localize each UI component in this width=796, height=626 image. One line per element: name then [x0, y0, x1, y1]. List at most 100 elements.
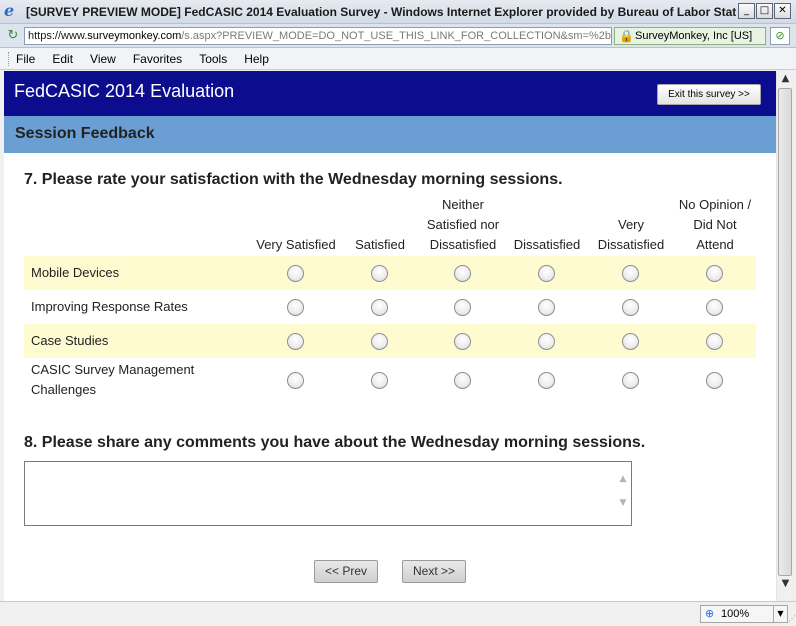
close-button[interactable]: ✕ — [774, 3, 791, 19]
menu-edit[interactable]: Edit — [50, 52, 75, 66]
zoom-dropdown-icon[interactable]: ▼ — [774, 605, 788, 623]
matrix-row: Improving Response Rates — [24, 290, 756, 324]
rating-radio[interactable] — [454, 332, 471, 350]
column-header-line: Satisfied nor — [426, 217, 500, 232]
row-label-line: Mobile Devices — [31, 265, 120, 280]
column-header-line: Attend — [696, 237, 734, 252]
lock-icon: 🔒 — [619, 29, 634, 43]
resize-grip-icon[interactable]: ⋰ — [788, 614, 796, 623]
column-header-line: Very — [617, 217, 644, 232]
rating-radio[interactable] — [706, 371, 723, 389]
column-header-line: No Opinion / — [678, 197, 752, 212]
row-label: CASIC Survey Management Challenges — [31, 360, 194, 400]
window-title-bar: e [SURVEY PREVIEW MODE] FedCASIC 2014 Ev… — [0, 0, 796, 24]
rating-radio[interactable] — [538, 332, 555, 350]
rating-radio[interactable] — [287, 264, 304, 282]
column-header-line: Dissatisfied — [429, 237, 497, 252]
column-header-line: Satisfied — [355, 237, 405, 252]
rating-radio[interactable] — [622, 332, 639, 350]
scroll-down-icon[interactable]: ▼ — [615, 498, 631, 508]
toolbar-grip — [8, 52, 10, 66]
row-label: Mobile Devices — [31, 263, 119, 283]
minimize-button[interactable]: _ — [738, 3, 755, 19]
column-header: Neither Satisfied nor Dissatisfied — [413, 195, 513, 255]
menu-file[interactable]: File — [14, 52, 37, 66]
column-header: Satisfied — [345, 235, 415, 255]
page-title: Session Feedback — [15, 125, 155, 142]
rating-radio[interactable] — [287, 332, 304, 350]
survey-header: FedCASIC 2014 Evaluation Exit this surve… — [4, 71, 776, 116]
rating-radio[interactable] — [287, 371, 304, 389]
url-scheme: https://www. — [28, 30, 88, 42]
question-7-title: 7. Please rate your satisfaction with th… — [24, 171, 563, 188]
column-header-line: Neither — [442, 197, 484, 212]
survey-title: FedCASIC 2014 Evaluation — [14, 81, 235, 101]
security-certificate[interactable]: 🔒 SurveyMonkey, Inc [US] — [614, 27, 766, 45]
menu-help[interactable]: Help — [242, 52, 271, 66]
row-label-line: Improving Response Rates — [31, 299, 188, 314]
scroll-up-icon[interactable]: ▲ — [615, 474, 631, 484]
zoom-icon: ⊕ — [705, 607, 715, 620]
rating-radio[interactable] — [371, 298, 388, 316]
row-label-line: CASIC Survey Management — [31, 362, 195, 377]
menu-favorites[interactable]: Favorites — [131, 52, 184, 66]
rating-radio[interactable] — [538, 264, 555, 282]
textarea-scrollbar[interactable]: ▲ ▼ — [615, 462, 631, 525]
scrollbar-thumb[interactable] — [778, 88, 792, 576]
rating-radio[interactable] — [706, 332, 723, 350]
scroll-up-icon[interactable]: ▲ — [777, 71, 794, 87]
rating-radio[interactable] — [622, 298, 639, 316]
exit-survey-button[interactable]: Exit this survey >> — [657, 84, 761, 105]
page-content: FedCASIC 2014 Evaluation Exit this surve… — [4, 71, 776, 601]
zoom-level: 100% — [721, 608, 750, 620]
question-8-title: 8. Please share any comments you have ab… — [24, 434, 646, 451]
rating-radio[interactable] — [706, 264, 723, 282]
column-header: Dissatisfied — [502, 235, 592, 255]
row-label: Case Studies — [31, 331, 108, 351]
column-header-line: Dissatisfied — [513, 237, 581, 252]
column-header-line: Very Satisfied — [256, 237, 336, 252]
maximize-button[interactable]: □ — [756, 3, 773, 19]
scroll-down-icon[interactable]: ▼ — [777, 576, 794, 592]
internet-explorer-icon: e — [4, 1, 15, 20]
vertical-scrollbar[interactable]: ▲ ▼ — [776, 71, 793, 601]
rating-radio[interactable] — [622, 371, 639, 389]
column-header-line: Did Not — [693, 217, 737, 232]
window-title: [SURVEY PREVIEW MODE] FedCASIC 2014 Eval… — [26, 5, 736, 19]
rating-radio[interactable] — [454, 264, 471, 282]
menu-view[interactable]: View — [88, 52, 118, 66]
rating-radio[interactable] — [454, 298, 471, 316]
url-path: /s.aspx?PREVIEW_MODE=DO_NOT_USE_THIS_LIN… — [181, 30, 612, 42]
column-header: Very Satisfied — [246, 235, 346, 255]
rating-radio[interactable] — [706, 298, 723, 316]
page-refresh-icon[interactable]: ↻ — [4, 28, 22, 44]
menu-bar: File Edit View Favorites Tools Help — [0, 48, 796, 70]
matrix-row: Mobile Devices — [24, 256, 756, 290]
rating-radio[interactable] — [454, 371, 471, 389]
rating-radio[interactable] — [538, 371, 555, 389]
rating-radio[interactable] — [371, 264, 388, 282]
url-field[interactable]: https://www.surveymonkey.com/s.aspx?PREV… — [24, 27, 612, 45]
rating-radio[interactable] — [622, 264, 639, 282]
row-label: Improving Response Rates — [31, 297, 188, 317]
column-header: Very Dissatisfied — [586, 215, 676, 255]
page-title-bar: Session Feedback — [4, 116, 776, 153]
next-button[interactable]: Next >> — [402, 560, 466, 583]
certificate-label: SurveyMonkey, Inc [US] — [635, 30, 753, 42]
row-label-line: Case Studies — [31, 333, 109, 348]
zoom-control[interactable]: ⊕ 100% — [700, 605, 774, 623]
menu-tools[interactable]: Tools — [197, 52, 229, 66]
rating-radio[interactable] — [538, 298, 555, 316]
url-host: surveymonkey.com — [87, 30, 182, 42]
address-bar: ↻ https://www.surveymonkey.com/s.aspx?PR… — [0, 24, 796, 48]
compatibility-view-icon[interactable]: ⊘ — [770, 27, 790, 45]
column-header: No Opinion / Did Not Attend — [665, 195, 765, 255]
column-header-line: Dissatisfied — [597, 237, 665, 252]
rating-radio[interactable] — [371, 332, 388, 350]
matrix-row: CASIC Survey Management Challenges — [24, 358, 756, 402]
prev-button[interactable]: << Prev — [314, 560, 378, 583]
rating-radio[interactable] — [287, 298, 304, 316]
status-bar: ⊕ 100% ▼ ⋰ — [0, 601, 796, 626]
comments-textarea[interactable]: ▲ ▼ — [24, 461, 632, 526]
rating-radio[interactable] — [371, 371, 388, 389]
